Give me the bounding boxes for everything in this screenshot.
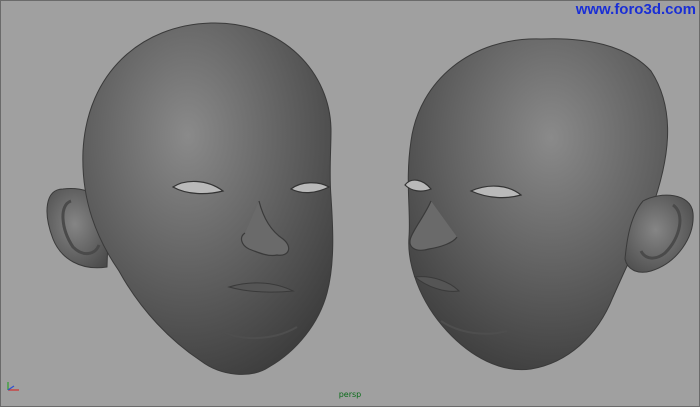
right-head-skull bbox=[407, 38, 669, 371]
camera-name-label: persp bbox=[338, 390, 362, 399]
head-model-left[interactable] bbox=[46, 22, 334, 375]
head-model-right[interactable] bbox=[404, 38, 694, 371]
left-head-skull bbox=[82, 22, 334, 375]
watermark-url: www.foro3d.com bbox=[575, 1, 696, 18]
scene-render bbox=[46, 22, 694, 375]
maya-perspective-viewport[interactable]: www.foro3d.com persp bbox=[0, 0, 700, 407]
